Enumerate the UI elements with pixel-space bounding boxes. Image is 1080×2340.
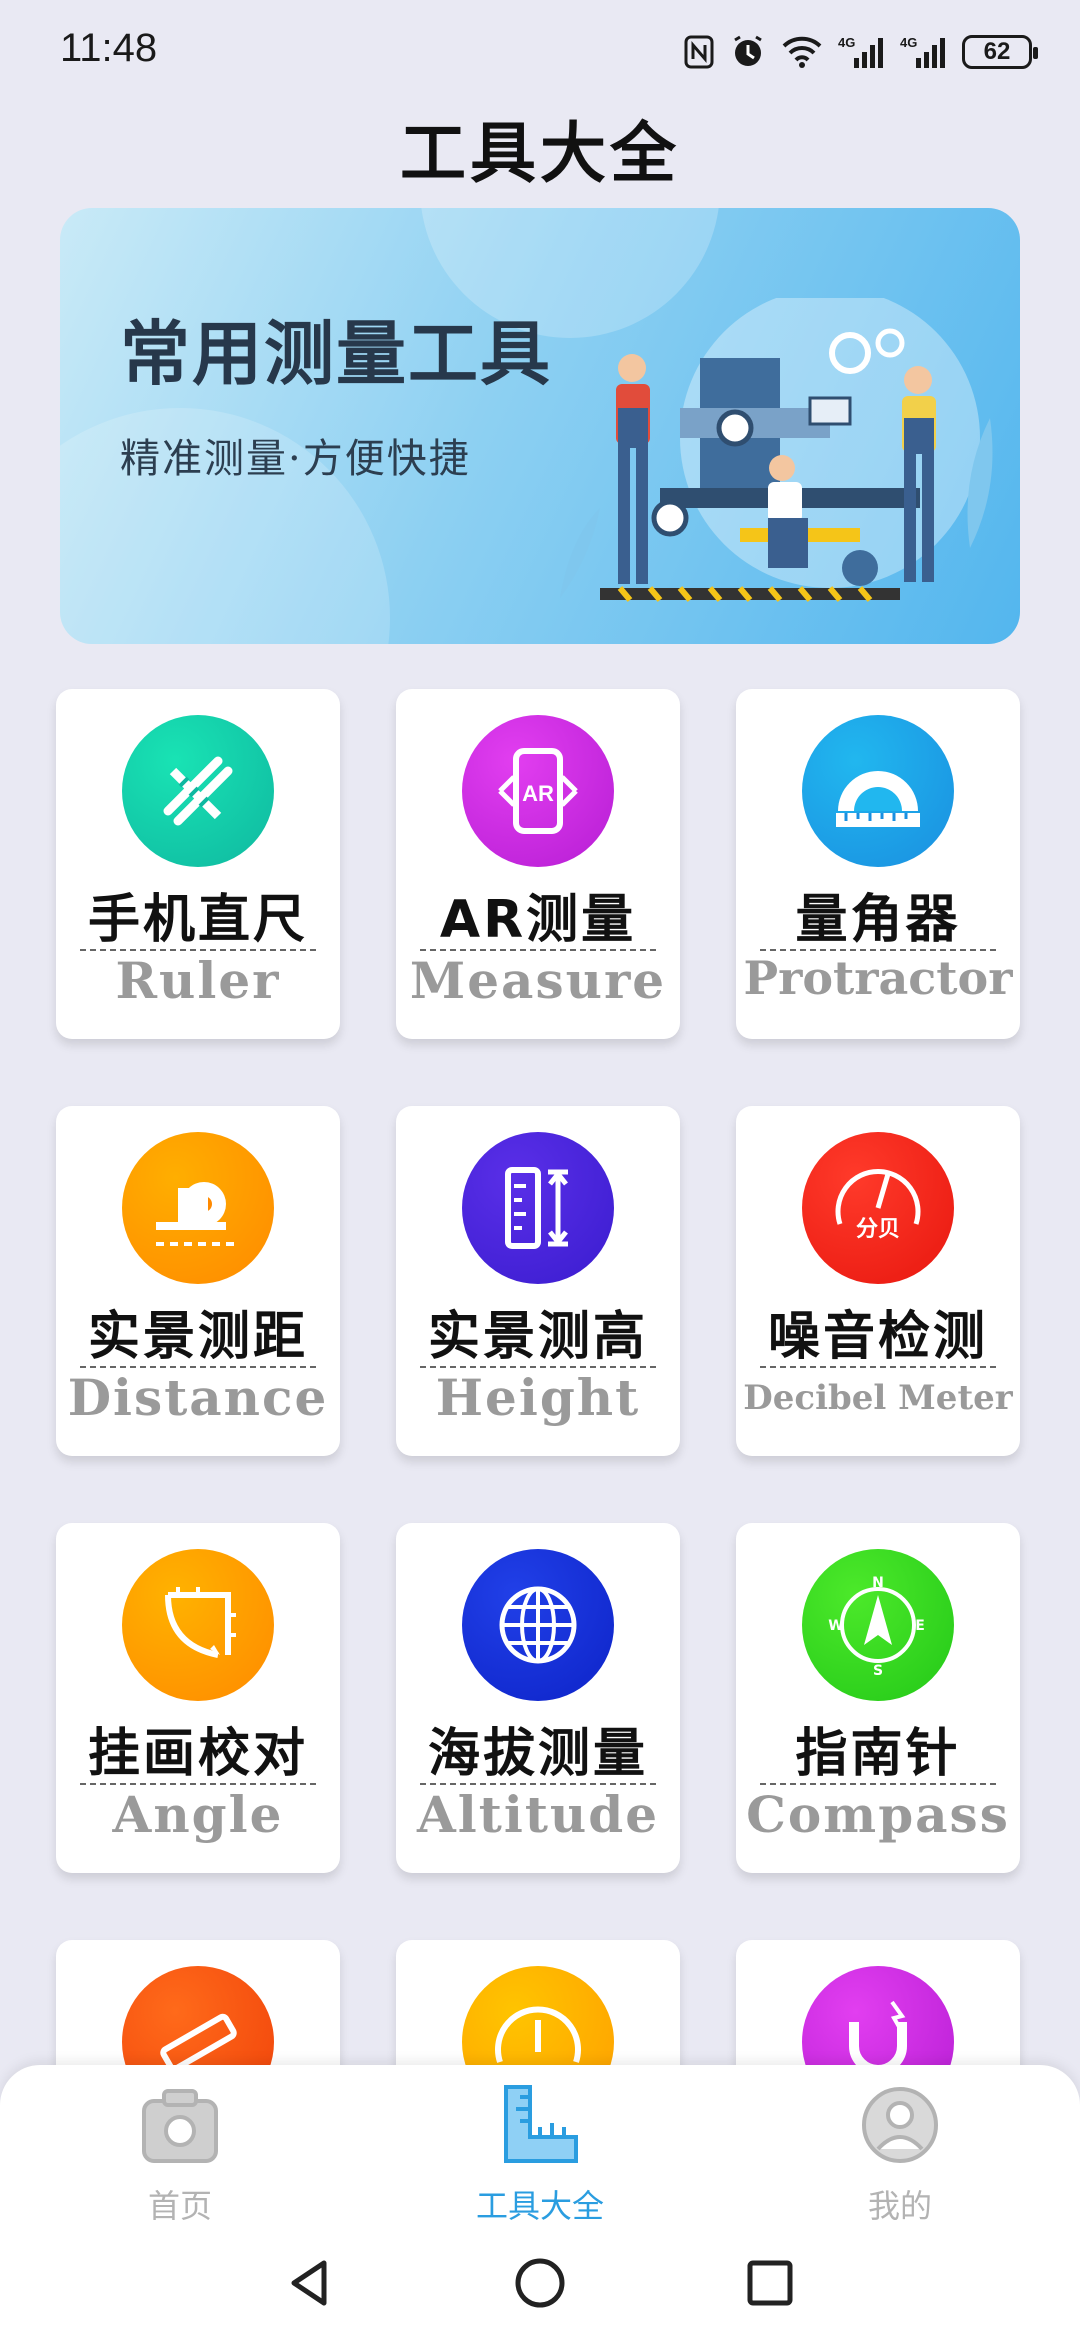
page-title: 工具大全	[400, 115, 680, 192]
back-icon[interactable]	[280, 2253, 340, 2313]
tape-measure-icon	[122, 1132, 274, 1284]
tool-card[interactable]: 实景测高 Height	[396, 1106, 680, 1456]
decibel-gauge-icon: 分贝	[802, 1132, 954, 1284]
tool-name-en: Decibel Meter	[743, 1378, 1013, 1418]
tool-card[interactable]: 实景测距 Distance	[56, 1106, 340, 1456]
svg-text:S: S	[873, 1663, 883, 1679]
signal-4g-icon: 4G	[838, 34, 884, 70]
nav-mine[interactable]: 我的	[800, 2083, 1000, 2225]
tool-name-cn: 量角器	[795, 890, 961, 950]
recents-icon[interactable]	[740, 2253, 800, 2313]
workers-machine-illustration	[560, 298, 993, 602]
tool-name-en: Compass	[746, 1785, 1010, 1844]
svg-text:W: W	[828, 1618, 843, 1634]
nav-home-label: 首页	[147, 2187, 212, 2225]
banner-title: 常用测量工具	[120, 312, 552, 395]
ruler-square-icon	[504, 2085, 578, 2163]
tool-name-en: Distance	[67, 1368, 329, 1427]
alarm-icon	[730, 34, 766, 70]
tool-name-en: Altitude	[416, 1785, 660, 1844]
wifi-icon	[782, 36, 822, 68]
banner-subtitle: 精准测量·方便快捷	[120, 436, 471, 482]
tool-name-en: Protractor	[743, 951, 1013, 1005]
tool-name-en: Measure	[409, 951, 667, 1010]
tool-name-cn: 手机直尺	[87, 890, 308, 950]
tool-name-en: Height	[435, 1368, 641, 1427]
status-bar: 11:48 4G 4G 62	[0, 0, 1080, 110]
home-circle-icon[interactable]	[510, 2253, 570, 2313]
ruler-pencil-icon	[122, 715, 274, 867]
tool-name-cn: AR测量	[439, 890, 637, 950]
user-icon	[862, 2087, 938, 2163]
tool-card[interactable]: 分贝噪音检测 Decibel Meter	[736, 1106, 1020, 1456]
bottom-nav: 首页 工具大全 我的	[0, 2065, 1080, 2225]
compass-icon: N S W E	[802, 1549, 954, 1701]
svg-text:AR: AR	[522, 781, 554, 806]
nav-tools[interactable]: 工具大全	[440, 2083, 640, 2225]
svg-text:N: N	[872, 1575, 884, 1591]
tool-name-cn: 实景测距	[87, 1307, 308, 1367]
nav-home[interactable]: 首页	[80, 2083, 280, 2225]
svg-text:分贝: 分贝	[856, 1217, 900, 1242]
status-icons: 4G 4G 62	[684, 30, 1038, 74]
protractor-icon	[802, 715, 954, 867]
tool-name-cn: 噪音检测	[767, 1307, 988, 1367]
signal-4g-icon: 4G	[900, 34, 946, 70]
tool-name-en: Ruler	[115, 951, 281, 1010]
net-label-1: 4G	[838, 35, 855, 50]
svg-text:E: E	[915, 1618, 925, 1634]
nav-mine-label: 我的	[867, 2187, 932, 2225]
tool-name-en: Angle	[112, 1785, 284, 1844]
ar-phone-icon: AR	[462, 715, 614, 867]
angle-icon	[122, 1549, 274, 1701]
tool-card[interactable]: N S W E 指南针 Compass	[736, 1523, 1020, 1873]
tool-name-cn: 挂画校对	[87, 1724, 308, 1784]
system-nav-bar	[0, 2225, 1080, 2340]
battery-icon: 62	[962, 35, 1038, 69]
tool-divider	[760, 1366, 996, 1368]
tool-card[interactable]: 手机直尺 Ruler	[56, 689, 340, 1039]
net-label-2: 4G	[900, 35, 917, 50]
tool-name-cn: 海拔测量	[427, 1724, 648, 1784]
banner[interactable]: 常用测量工具 精准测量·方便快捷	[60, 208, 1020, 644]
tool-name-cn: 指南针	[795, 1724, 961, 1784]
tool-name-cn: 实景测高	[427, 1307, 648, 1367]
nav-tools-label: 工具大全	[475, 2187, 604, 2225]
tool-card[interactable]: 挂画校对 Angle	[56, 1523, 340, 1873]
nfc-icon	[684, 35, 714, 69]
status-time: 11:48	[60, 26, 158, 70]
tool-card[interactable]: 量角器 Protractor	[736, 689, 1020, 1039]
tool-card[interactable]: 海拔测量 Altitude	[396, 1523, 680, 1873]
globe-icon	[462, 1549, 614, 1701]
height-icon	[462, 1132, 614, 1284]
tool-card[interactable]: AR AR测量 Measure	[396, 689, 680, 1039]
camera-icon	[142, 2089, 218, 2163]
